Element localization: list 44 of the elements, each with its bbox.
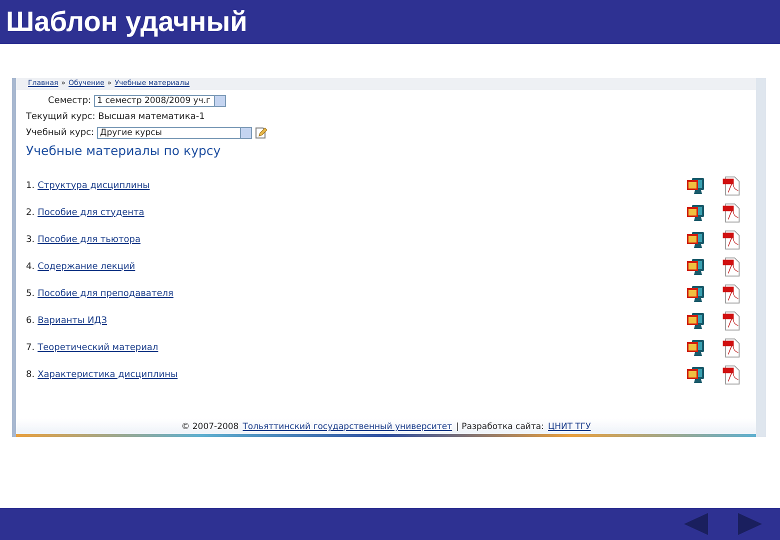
developer-link[interactable]: ЦНИТ ТГУ <box>548 422 591 432</box>
material-link[interactable]: Пособие для студента <box>38 208 144 218</box>
material-link[interactable]: Характеристика дисциплины <box>38 370 178 380</box>
item-number: 8. <box>26 370 35 380</box>
monitor-icon[interactable] <box>685 284 707 304</box>
monitor-icon[interactable] <box>685 256 707 276</box>
semester-label: Семестр: <box>48 96 92 106</box>
section-heading: Учебные материалы по курсу <box>26 143 222 158</box>
material-link[interactable]: Структура дисциплины <box>38 180 150 190</box>
material-link[interactable]: Варианты ИДЗ <box>38 316 107 326</box>
course-label: Учебный курс: <box>26 128 94 138</box>
pdf-icon[interactable] <box>720 310 742 330</box>
item-number: 2. <box>26 208 35 218</box>
monitor-icon[interactable] <box>685 310 707 330</box>
pdf-icon[interactable] <box>720 230 742 250</box>
monitor-icon[interactable] <box>685 230 707 250</box>
university-link[interactable]: Тольяттинский государственный университет <box>242 422 452 432</box>
pdf-icon[interactable] <box>720 338 742 358</box>
copyright-text: © 2007-2008 <box>181 422 239 432</box>
edit-icon[interactable] <box>255 127 268 139</box>
monitor-icon[interactable] <box>685 364 707 384</box>
material-link[interactable]: Пособие для преподавателя <box>38 288 174 298</box>
current-course-text: Текущий курс: Высшая математика-1 <box>26 112 205 122</box>
material-link[interactable]: Пособие для тьютора <box>38 234 140 244</box>
monitor-icon[interactable] <box>685 202 707 222</box>
semester-dropdown[interactable]: 1 семестр 2008/2009 уч.г <box>94 95 226 107</box>
pdf-icon[interactable] <box>720 176 742 196</box>
pdf-icon[interactable] <box>720 202 742 222</box>
item-number: 7. <box>26 342 35 352</box>
item-number: 4. <box>26 262 35 272</box>
item-number: 3. <box>26 234 35 244</box>
monitor-icon[interactable] <box>685 338 707 358</box>
pdf-icon[interactable] <box>720 284 742 304</box>
slide-title: Шаблон удачный <box>6 6 248 38</box>
monitor-icon[interactable] <box>685 176 707 196</box>
pdf-icon[interactable] <box>720 364 742 384</box>
item-number: 1. <box>26 180 35 190</box>
developer-label: | Разработка сайта: <box>456 422 544 432</box>
course-dropdown[interactable]: Другие курсы <box>97 127 252 139</box>
item-number: 6. <box>26 316 35 326</box>
item-number: 5. <box>26 288 35 298</box>
material-link[interactable]: Теоретический материал <box>38 342 158 352</box>
pdf-icon[interactable] <box>720 256 742 276</box>
material-link[interactable]: Содержание лекций <box>38 262 136 272</box>
